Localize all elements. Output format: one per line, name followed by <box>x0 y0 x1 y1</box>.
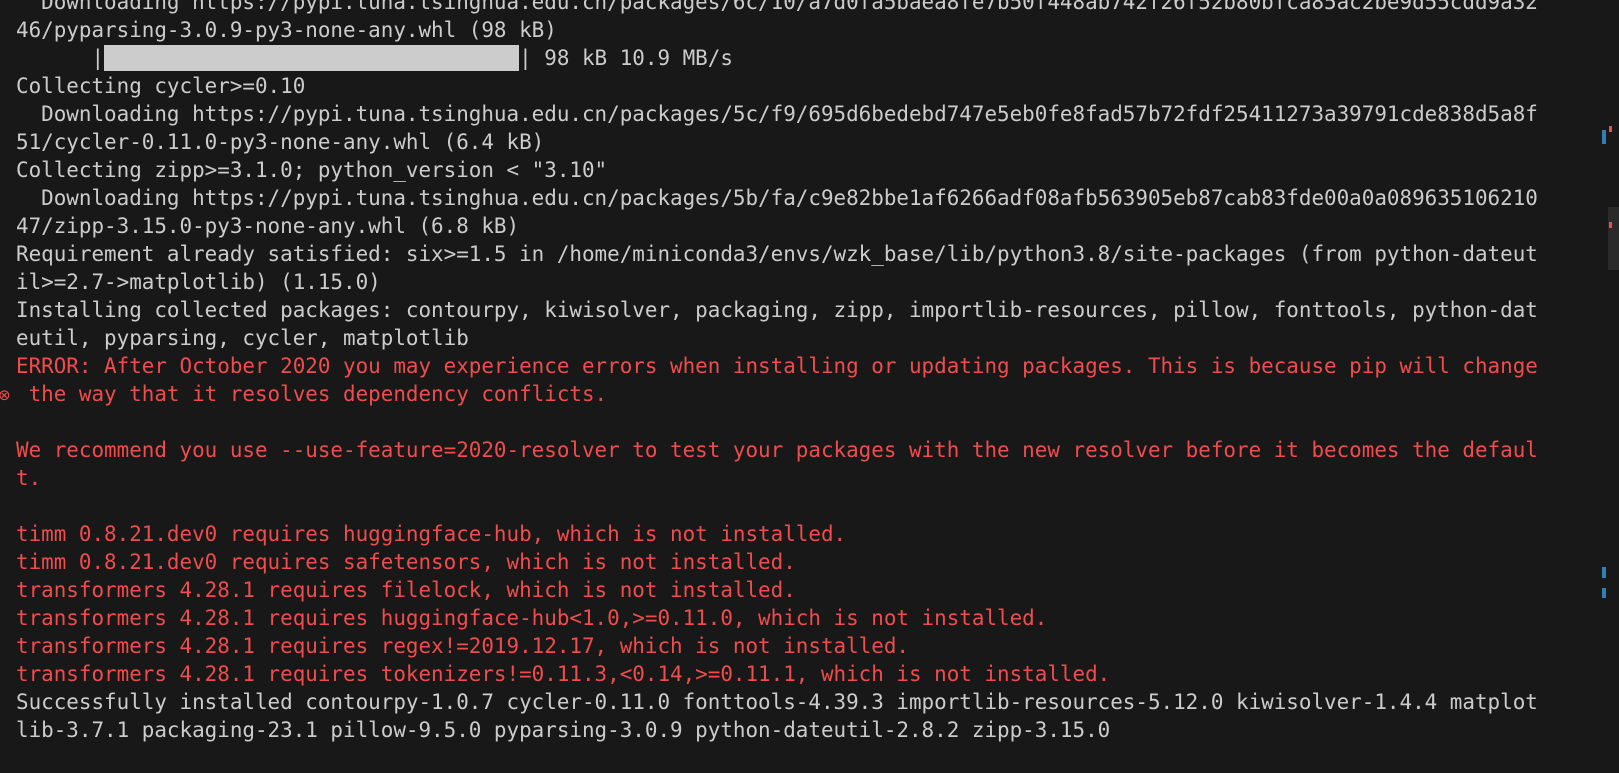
terminal-error-line <box>16 408 1538 436</box>
terminal-line: 51/cycler-0.11.0-py3-none-any.whl (6.4 k… <box>16 130 545 154</box>
terminal-line: 47/zipp-3.15.0-py3-none-any.whl (6.8 kB) <box>16 214 520 238</box>
terminal-scrollbar[interactable] <box>1602 0 1619 773</box>
scroll-marker <box>1602 567 1606 578</box>
terminal-line: Installing collected packages: contourpy… <box>16 298 1538 322</box>
terminal-line: Downloading https://pypi.tuna.tsinghua.e… <box>16 186 1538 210</box>
terminal-line: eutil, pyparsing, cycler, matplotlib <box>16 326 469 350</box>
terminal-line: Collecting zipp>=3.1.0; python_version <… <box>16 158 608 182</box>
terminal-line: Downloading https://pypi.tuna.tsinghua.e… <box>16 0 1538 14</box>
terminal-error-line: timm 0.8.21.dev0 requires safetensors, w… <box>16 550 796 574</box>
error-circle-icon[interactable]: ⊗ <box>0 381 11 409</box>
terminal-error-line: transformers 4.28.1 requires huggingface… <box>16 606 1048 630</box>
scroll-marker-error <box>1609 126 1612 132</box>
terminal-line: Downloading https://pypi.tuna.tsinghua.e… <box>16 102 1538 126</box>
terminal-error-line: the way that it resolves dependency conf… <box>16 382 608 406</box>
terminal-error-line: transformers 4.28.1 requires filelock, w… <box>16 578 796 602</box>
terminal-line: Collecting cycler>=0.10 <box>16 74 306 98</box>
terminal-line: Requirement already satisfied: six>=1.5 … <box>16 242 1538 266</box>
terminal-error-line: transformers 4.28.1 requires tokenizers!… <box>16 662 1111 686</box>
download-progress-bar <box>104 45 520 71</box>
terminal-error-line: timm 0.8.21.dev0 requires huggingface-hu… <box>16 522 847 546</box>
terminal-error-line: t. <box>16 466 42 490</box>
terminal-output[interactable]: Downloading https://pypi.tuna.tsinghua.e… <box>16 0 1538 744</box>
terminal-error-line <box>16 492 1538 520</box>
terminal-line: il>=2.7->matplotlib) (1.15.0) <box>16 270 381 294</box>
terminal-line: Successfully installed contourpy-1.0.7 c… <box>16 690 1538 714</box>
terminal-line: 46/pyparsing-3.0.9-py3-none-any.whl (98 … <box>16 18 557 42</box>
terminal-line: lib-3.7.1 packaging-23.1 pillow-9.5.0 py… <box>16 718 1111 742</box>
download-speed: 10.9 MB/s <box>619 46 733 70</box>
terminal-error-line: ERROR: After October 2020 you may experi… <box>16 354 1538 378</box>
scrollbar-thumb[interactable] <box>1608 207 1619 270</box>
scroll-marker-error <box>1609 222 1612 228</box>
progress-line: | | 98 kB 10.9 MB/s <box>16 45 733 71</box>
scroll-marker <box>1602 130 1606 144</box>
terminal-error-line: transformers 4.28.1 requires regex!=2019… <box>16 634 909 658</box>
terminal-error-line: We recommend you use --use-feature=2020-… <box>16 438 1538 462</box>
scroll-marker <box>1602 588 1606 598</box>
download-size: 98 kB <box>544 46 608 70</box>
